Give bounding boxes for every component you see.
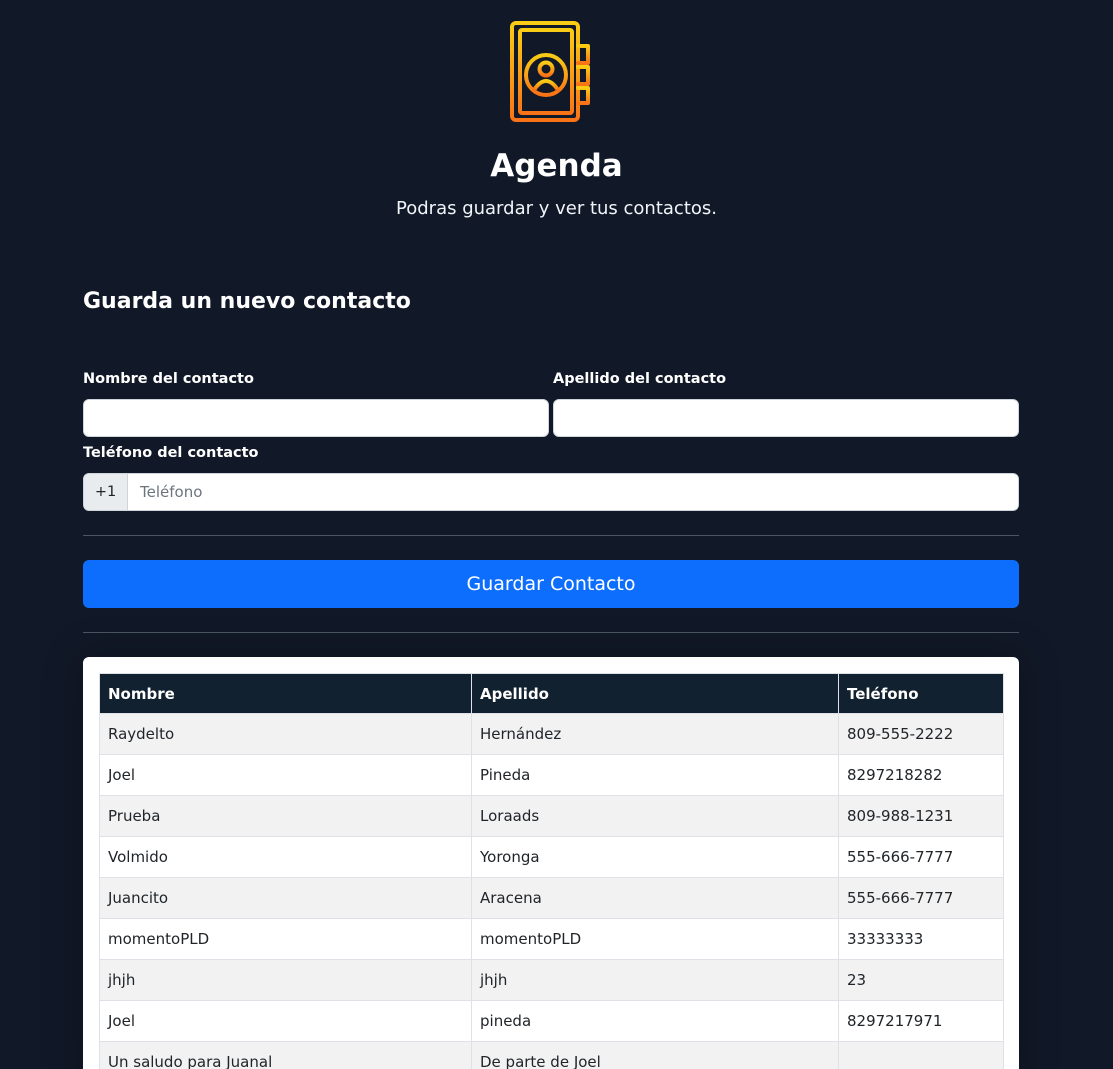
- cell-nombre: jhjh: [99, 959, 472, 1001]
- cell-nombre: Joel: [99, 754, 472, 796]
- table-row: Raydelto Hernández 809-555-2222: [99, 713, 1004, 755]
- save-contact-button[interactable]: Guardar Contacto: [83, 560, 1019, 608]
- cell-apellido: Hernández: [471, 713, 839, 755]
- column-header-apellido: Apellido: [471, 673, 839, 714]
- cell-apellido: Yoronga: [471, 836, 839, 878]
- cell-apellido: Loraads: [471, 795, 839, 837]
- cell-apellido: Pineda: [471, 754, 839, 796]
- contact-book-icon: [510, 21, 590, 122]
- form-title: Guarda un nuevo contacto: [83, 289, 411, 314]
- phone-input-group: +1: [83, 473, 1019, 511]
- table-header-row: Nombre Apellido Teléfono: [99, 673, 1004, 714]
- divider-top: [83, 535, 1019, 536]
- first-name-label: Nombre del contacto: [83, 371, 254, 387]
- contacts-table-card: Nombre Apellido Teléfono Raydelto Hernán…: [83, 657, 1019, 1069]
- cell-telefono: 809-555-2222: [838, 713, 1004, 755]
- app-subtitle: Podras guardar y ver tus contactos.: [396, 198, 717, 219]
- cell-apellido: Aracena: [471, 877, 839, 919]
- cell-nombre: Volmido: [99, 836, 472, 878]
- last-name-input[interactable]: [553, 399, 1019, 437]
- cell-telefono: 555-666-7777: [838, 877, 1004, 919]
- table-row: Un saludo para Juanal De parte de Joel: [99, 1041, 1004, 1069]
- cell-nombre: momentoPLD: [99, 918, 472, 960]
- phone-label: Teléfono del contacto: [83, 445, 259, 461]
- table-row: Volmido Yoronga 555-666-7777: [99, 836, 1004, 878]
- contacts-table: Nombre Apellido Teléfono Raydelto Hernán…: [99, 673, 1004, 1069]
- cell-nombre: Juancito: [99, 877, 472, 919]
- first-name-input[interactable]: [83, 399, 549, 437]
- page: Agenda Podras guardar y ver tus contacto…: [0, 0, 1113, 1069]
- cell-telefono: 8297218282: [838, 754, 1004, 796]
- column-header-nombre: Nombre: [99, 673, 472, 714]
- table-row: momentoPLD momentoPLD 33333333: [99, 918, 1004, 960]
- cell-telefono: 555-666-7777: [838, 836, 1004, 878]
- cell-nombre: Un saludo para Juanal: [99, 1041, 472, 1069]
- phone-prefix: +1: [84, 474, 128, 510]
- cell-apellido: momentoPLD: [471, 918, 839, 960]
- cell-apellido: jhjh: [471, 959, 839, 1001]
- cell-telefono: 8297217971: [838, 1000, 1004, 1042]
- app-title: Agenda: [490, 148, 623, 184]
- cell-telefono: 23: [838, 959, 1004, 1001]
- divider-bottom: [83, 632, 1019, 633]
- cell-nombre: Joel: [99, 1000, 472, 1042]
- table-row: Juancito Aracena 555-666-7777: [99, 877, 1004, 919]
- column-header-telefono: Teléfono: [838, 673, 1004, 714]
- cell-nombre: Raydelto: [99, 713, 472, 755]
- cell-apellido: pineda: [471, 1000, 839, 1042]
- cell-nombre: Prueba: [99, 795, 472, 837]
- table-row: jhjh jhjh 23: [99, 959, 1004, 1001]
- cell-telefono: [838, 1041, 1004, 1069]
- last-name-label: Apellido del contacto: [553, 371, 727, 387]
- cell-apellido: De parte de Joel: [471, 1041, 839, 1069]
- table-row: Prueba Loraads 809-988-1231: [99, 795, 1004, 837]
- table-row: Joel Pineda 8297218282: [99, 754, 1004, 796]
- cell-telefono: 33333333: [838, 918, 1004, 960]
- phone-input[interactable]: [128, 474, 1018, 510]
- cell-telefono: 809-988-1231: [838, 795, 1004, 837]
- table-row: Joel pineda 8297217971: [99, 1000, 1004, 1042]
